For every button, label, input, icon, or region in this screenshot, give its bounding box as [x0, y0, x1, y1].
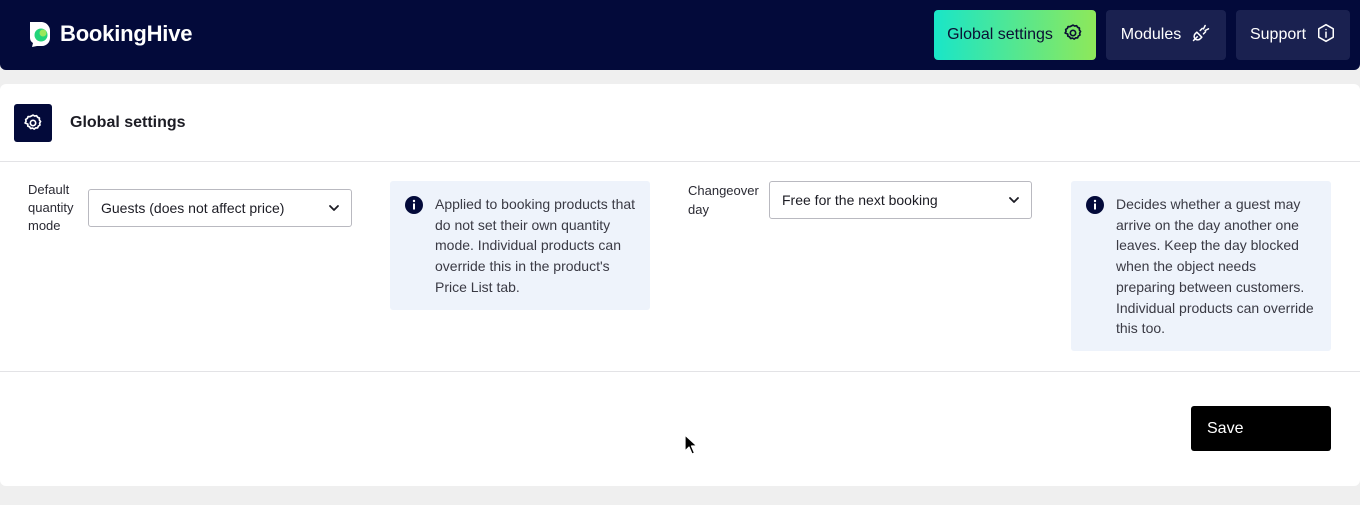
- changeover-day-label: Changeover day: [688, 183, 759, 217]
- info-hexagon-icon: [1316, 23, 1336, 48]
- nav-support-label: Support: [1249, 26, 1307, 43]
- save-button[interactable]: Save: [1191, 406, 1331, 451]
- info-icon: [405, 196, 423, 214]
- nav-support-button[interactable]: Support: [1236, 10, 1350, 60]
- top-navbar: BookingHive Global settings Modules Supp…: [0, 0, 1360, 70]
- changeover-day-info: Decides whether a guest may arrive on th…: [1071, 181, 1331, 351]
- quantity-mode-value: Guests (does not affect price): [101, 200, 285, 216]
- plug-icon: [1191, 23, 1211, 48]
- card-header: Global settings: [0, 84, 1360, 162]
- brand-logo-icon: [28, 20, 52, 48]
- quantity-mode-select[interactable]: Guests (does not affect price): [88, 189, 352, 227]
- brand[interactable]: BookingHive: [28, 20, 192, 48]
- settings-card: Global settings Default quantity mode Gu…: [0, 84, 1360, 486]
- changeover-day-value: Free for the next booking: [782, 192, 938, 208]
- nav-global-settings-label: Global settings: [947, 26, 1053, 43]
- quantity-mode-info: Applied to booking products that do not …: [390, 181, 650, 310]
- nav-modules-button[interactable]: Modules: [1106, 10, 1226, 60]
- quantity-mode-info-text: Applied to booking products that do not …: [435, 196, 636, 295]
- info-icon: [1086, 196, 1104, 214]
- changeover-day-info-text: Decides whether a guest may arrive on th…: [1116, 196, 1314, 337]
- divider: [0, 371, 1360, 372]
- chevron-down-icon: [1009, 197, 1019, 203]
- gear-icon: [1063, 23, 1083, 48]
- quantity-mode-label: Default quantity mode: [28, 182, 74, 233]
- chevron-down-icon: [329, 205, 339, 211]
- brand-name: BookingHive: [60, 21, 193, 46]
- changeover-day-select[interactable]: Free for the next booking: [769, 181, 1032, 219]
- gear-icon: [14, 104, 52, 142]
- cursor-icon: [684, 434, 698, 455]
- nav-global-settings-button[interactable]: Global settings: [934, 10, 1096, 60]
- page-title: Global settings: [70, 114, 186, 131]
- nav-modules-label: Modules: [1120, 26, 1182, 43]
